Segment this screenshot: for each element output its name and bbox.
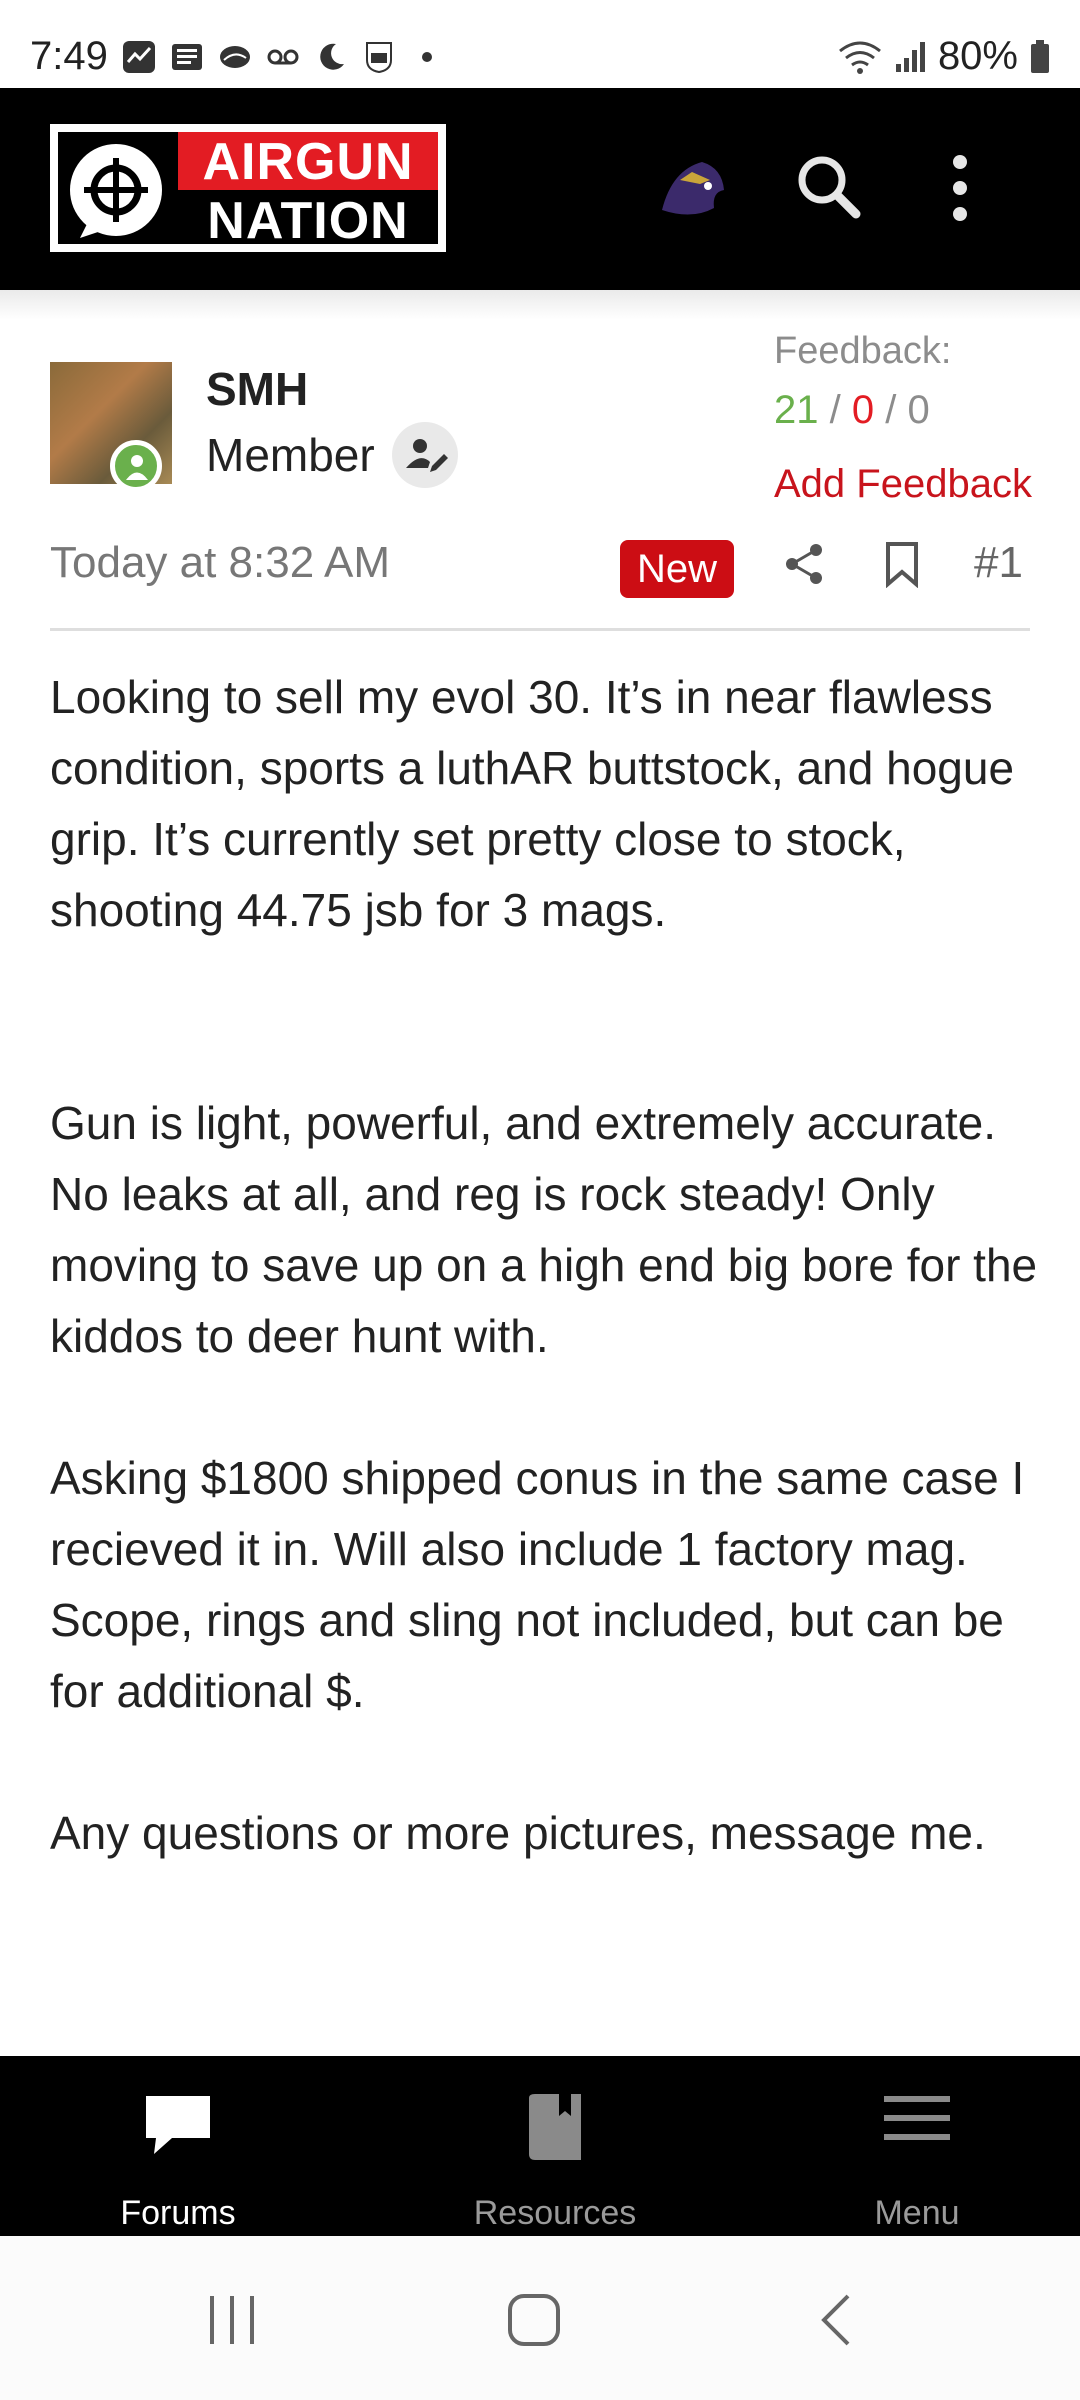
resources-book-icon [529, 2094, 581, 2160]
feedback-values: 21 / 0 / 0 [774, 388, 930, 433]
crosshair-logo-icon [70, 144, 162, 238]
wifi-icon [839, 41, 881, 74]
dot-icon [422, 52, 432, 62]
nav-forums[interactable]: Forums [28, 2056, 328, 2236]
search-icon[interactable] [790, 148, 870, 228]
system-nav-bar [0, 2236, 1080, 2400]
status-bar: 7:49 80% [0, 0, 1080, 88]
feedback-neutral: 0 [907, 388, 930, 432]
bookmark-icon[interactable] [880, 540, 924, 588]
airgun-nation-logo[interactable]: AIRGUN NATION [50, 124, 446, 252]
new-badge: New [620, 540, 734, 598]
share-icon[interactable] [782, 542, 826, 586]
post-paragraph: Looking to sell my evol 30. It’s in near… [50, 671, 1015, 936]
logo-text-bottom: NATION [178, 190, 438, 250]
status-right: 80% [838, 34, 1050, 79]
username[interactable]: SMH [206, 362, 308, 416]
forums-chat-icon [146, 2096, 210, 2154]
post-number-link[interactable]: #1 [974, 538, 1023, 588]
bottom-nav: Forums Resources Menu [0, 2056, 1080, 2236]
add-feedback-link[interactable]: Add Feedback [774, 462, 1032, 507]
nav-resources[interactable]: Resources [405, 2056, 705, 2236]
feedback-separator: / [829, 388, 841, 432]
nav-resources-label: Resources [473, 2194, 637, 2232]
recent-apps-icon[interactable] [204, 2292, 260, 2348]
feedback-positive: 21 [774, 388, 819, 432]
logo-text-top: AIRGUN [178, 132, 438, 191]
nfl-app-icon [366, 42, 392, 74]
cloud-app-icon [220, 46, 250, 68]
nav-menu[interactable]: Menu [767, 2056, 1067, 2236]
home-icon[interactable] [506, 2292, 562, 2348]
nav-forums-label: Forums [120, 2194, 236, 2232]
post-paragraph: Any questions or more pictures, message … [50, 1807, 986, 1859]
post-paragraph: Asking $1800 shipped conus in the same c… [50, 1452, 1025, 1717]
divider [50, 628, 1030, 631]
team-avatar-icon[interactable] [652, 150, 732, 230]
feedback-separator: / [885, 388, 897, 432]
post-paragraph: Gun is light, powerful, and extremely ac… [50, 1097, 1038, 1362]
battery-percent: 80% [937, 34, 1018, 78]
nav-menu-label: Menu [874, 2194, 960, 2232]
do-not-disturb-moon-icon [320, 43, 344, 70]
notification-icons [122, 40, 444, 74]
voicemail-icon [267, 49, 299, 65]
post-body: Looking to sell my evol 30. It’s in near… [50, 662, 1040, 1869]
cell-signal-icon [895, 41, 925, 72]
battery-icon [1031, 39, 1049, 73]
app-header: AIRGUN NATION [0, 88, 1080, 290]
user-role: Member [206, 429, 375, 481]
feedback-label: Feedback: [774, 330, 952, 372]
status-time: 7:49 [30, 34, 108, 78]
pulse-app-icon [123, 41, 155, 73]
news-app-icon [172, 44, 202, 70]
header-shadow [0, 290, 1080, 320]
post-timestamp[interactable]: Today at 8:32 AM [50, 538, 390, 588]
back-icon[interactable] [816, 2292, 856, 2348]
edit-user-icon [392, 422, 458, 488]
more-vertical-icon[interactable] [930, 148, 990, 228]
menu-hamburger-icon [884, 2096, 950, 2140]
feedback-negative: 0 [851, 388, 875, 432]
online-status-icon [110, 440, 162, 492]
